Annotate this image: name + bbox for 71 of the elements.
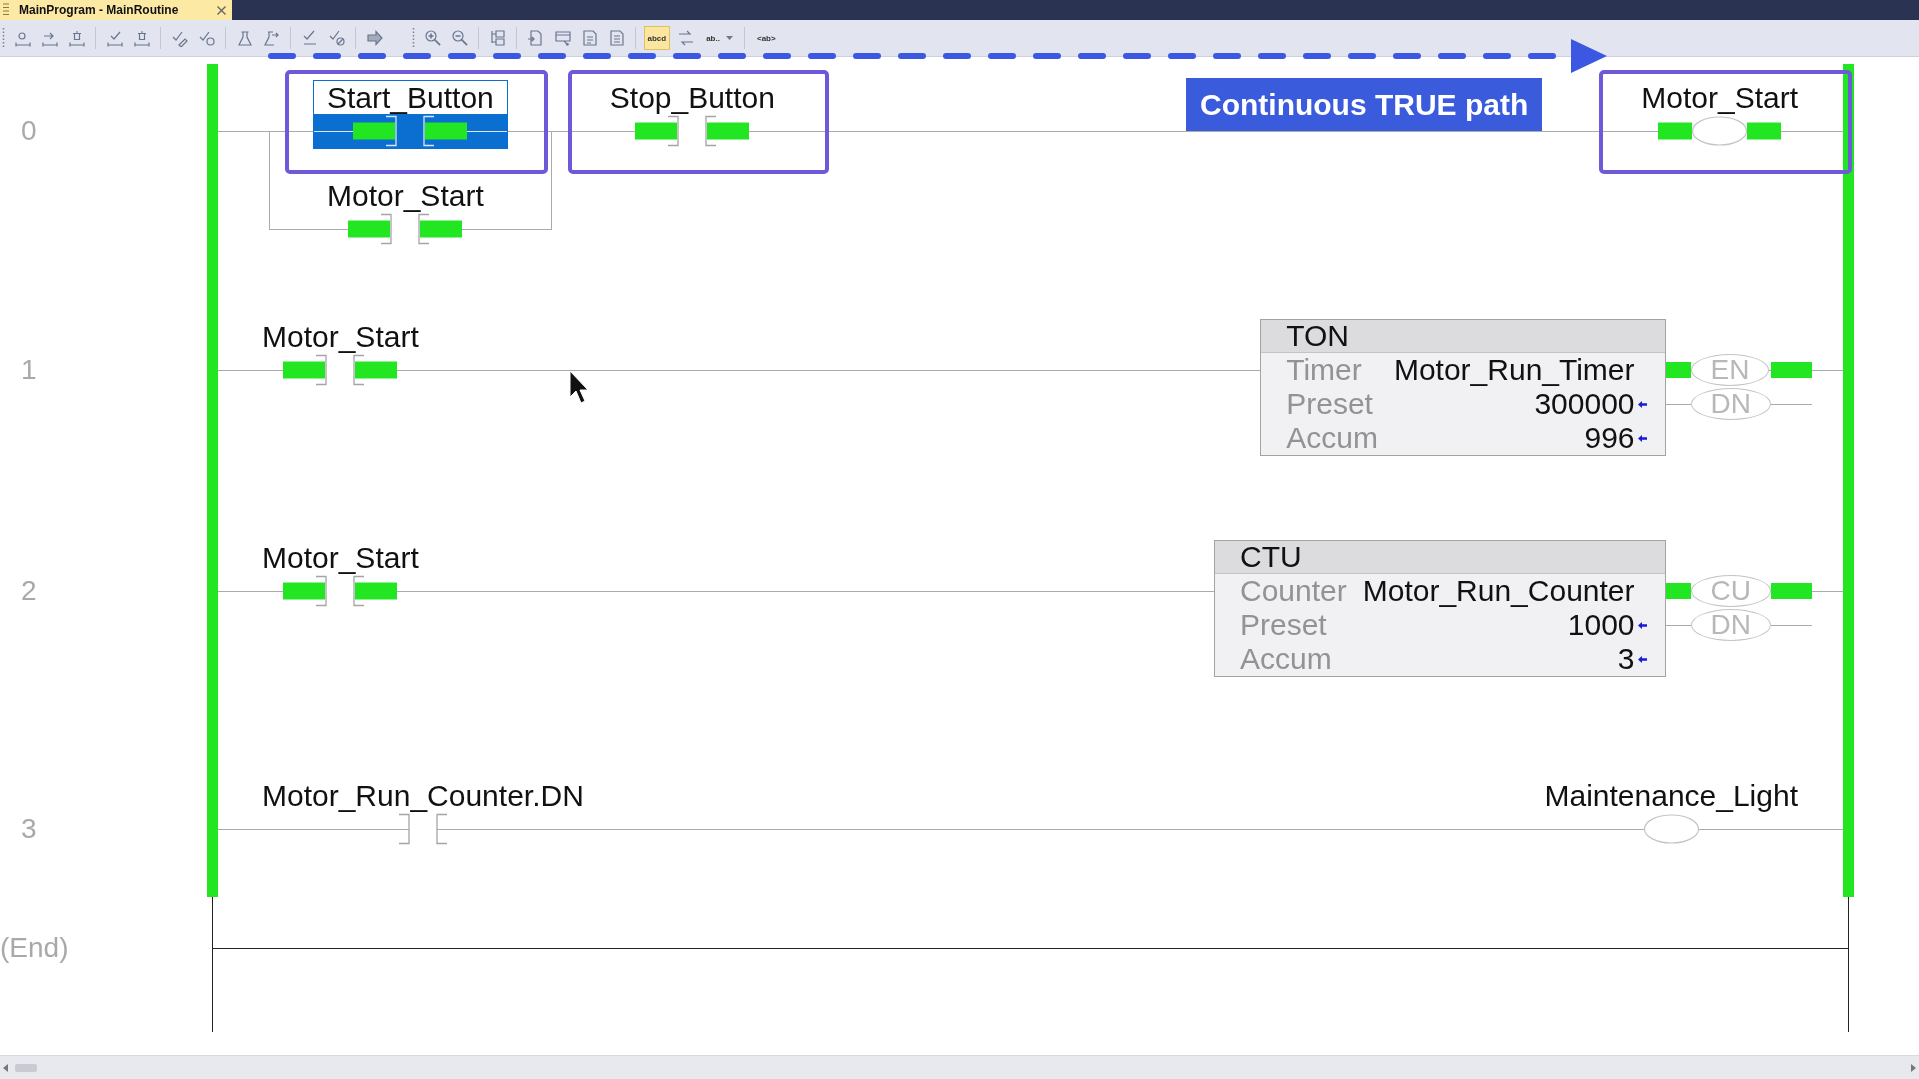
horizontal-scrollbar[interactable] <box>0 1055 1919 1079</box>
output-coil: CU <box>1665 574 1812 608</box>
toolbar-button[interactable]: <ab> <box>752 26 780 50</box>
contact-instruction[interactable]: Motor_Run_Counter.DN <box>248 778 598 847</box>
block-title: TON <box>1286 320 1349 352</box>
block-title: CTU <box>1240 541 1302 573</box>
zoom-in-icon <box>423 29 442 47</box>
field-value: 3 <box>1617 642 1635 676</box>
document-icon <box>580 29 599 47</box>
document-list-icon <box>607 29 626 47</box>
output-coil: DN <box>1665 387 1812 421</box>
rung-number: 3 <box>21 812 37 846</box>
field-label: Accum <box>1240 642 1333 676</box>
grip-icon[interactable] <box>2 27 5 49</box>
end-marker: (End) <box>0 931 69 965</box>
field-label: Preset <box>1240 608 1328 642</box>
zoom-out-icon <box>450 29 469 47</box>
rung-trash-icon <box>132 29 151 47</box>
contact-instruction[interactable]: Motor_Start <box>313 178 498 247</box>
contact-instruction[interactable]: Motor_Start <box>248 319 433 388</box>
field-label: Counter <box>1240 574 1348 608</box>
dropdown-button[interactable]: ab.. <box>702 26 737 50</box>
scrollbar-thumb[interactable] <box>15 1063 37 1072</box>
document-arrow-icon <box>526 29 545 47</box>
contact-instruction[interactable]: Motor_Start <box>248 540 433 609</box>
window-arrow-icon <box>553 29 572 47</box>
rung-circle-icon <box>13 29 32 47</box>
field-value: 1000 <box>1567 608 1635 642</box>
function-block[interactable]: TON Timer Motor_Run_Timer Preset 300000 Accum 996 <box>1260 319 1666 456</box>
rung-trash-icon <box>67 29 86 47</box>
arrow-left-icon[interactable] <box>3 1063 8 1072</box>
rung-check-icon <box>105 29 124 47</box>
field-label: Preset <box>1286 387 1374 421</box>
flask-icon <box>235 29 254 47</box>
field-label: Accum <box>1286 421 1379 455</box>
grip-icon[interactable] <box>412 27 415 49</box>
callout-label: Continuous TRUE path <box>1186 78 1543 131</box>
contact-instruction[interactable]: Stop_Button <box>595 80 789 149</box>
close-button[interactable] <box>216 4 227 16</box>
field-value: 300000 <box>1534 387 1635 421</box>
close-icon <box>217 5 226 15</box>
arrow-right-icon[interactable] <box>1911 1063 1916 1072</box>
toolbar-button[interactable]: abcd <box>643 26 671 50</box>
field-label: Timer <box>1286 353 1363 387</box>
field-value: 996 <box>1584 421 1635 455</box>
output-coil: EN <box>1665 353 1812 387</box>
field-value: Motor_Run_Counter <box>1362 574 1635 608</box>
check-circle-icon <box>197 29 216 47</box>
caret-icon <box>725 36 733 40</box>
value-arrow-icon <box>1637 621 1647 629</box>
value-arrow-icon <box>1637 655 1647 663</box>
check-pencil-icon <box>170 29 189 47</box>
contact-instruction[interactable]: Start_Button <box>313 80 508 149</box>
rung-number: 0 <box>21 114 37 148</box>
arrow-right-icon <box>365 29 384 47</box>
value-arrow-icon <box>1637 400 1647 408</box>
rung-number: 1 <box>21 353 37 387</box>
document-tab[interactable]: MainProgram - MainRoutine <box>0 0 232 20</box>
function-block[interactable]: CTU Counter Motor_Run_Counter Preset 1000 Accum 3 <box>1214 540 1666 677</box>
field-value: Motor_Run_Timer <box>1393 353 1635 387</box>
tree-icon <box>488 29 507 47</box>
coil-instruction[interactable]: Motor_Start <box>1627 80 1812 149</box>
swap-icon <box>677 29 696 47</box>
coil-instruction[interactable]: Maintenance_Light <box>1530 778 1812 847</box>
grip-icon[interactable] <box>3 3 9 17</box>
rung-number: 2 <box>21 574 37 608</box>
check-cancel-icon <box>327 29 346 47</box>
cursor-icon <box>569 370 588 404</box>
output-coil: DN <box>1665 608 1812 642</box>
value-arrow-icon <box>1637 434 1647 442</box>
flask-arrow-icon <box>262 29 281 47</box>
